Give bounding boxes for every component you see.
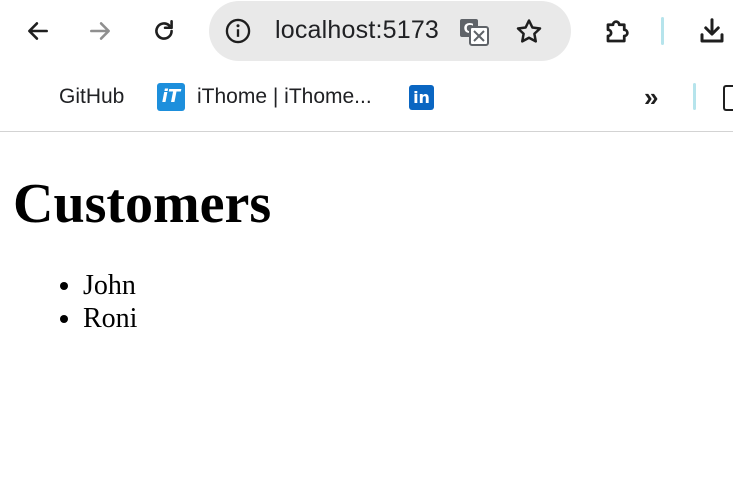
bookmarks-divider (693, 83, 696, 110)
browser-toolbar: localhost:5173 G (0, 0, 733, 62)
site-info-button[interactable] (222, 15, 254, 47)
customer-list-item: Roni (83, 302, 137, 335)
extensions-button[interactable] (598, 11, 638, 51)
bookmark-ithome[interactable]: iT iThome | iThome... (157, 82, 372, 112)
page-title: Customers (13, 173, 272, 235)
all-bookmarks-folder-icon[interactable] (723, 85, 733, 111)
bookmark-label: GitHub (59, 85, 125, 108)
ithome-icon: iT (157, 83, 185, 111)
bookmarks-bar: GitHub iT iThome | iThome... in » (0, 62, 733, 132)
star-icon (516, 19, 542, 43)
arrow-left-icon (28, 22, 48, 40)
translate-button[interactable]: G (457, 15, 491, 49)
toolbar-divider (661, 17, 664, 45)
forward-button[interactable] (80, 11, 120, 51)
reload-button[interactable] (144, 11, 184, 51)
back-button[interactable] (18, 11, 58, 51)
url-text[interactable]: localhost:5173 (275, 16, 439, 45)
address-bar[interactable]: localhost:5173 G (209, 1, 571, 61)
linkedin-icon: in (409, 84, 434, 110)
bookmark-label: iThome | iThome... (197, 85, 372, 108)
puzzle-icon (606, 20, 629, 43)
customer-list: John Roni (0, 269, 137, 335)
translate-icon: G (460, 19, 489, 46)
bookmark-github[interactable]: GitHub (59, 82, 124, 112)
customer-list-item: John (83, 269, 137, 302)
page-content: Customers John Roni (0, 132, 733, 500)
double-chevron-icon: » (644, 81, 659, 112)
reload-icon (155, 19, 173, 40)
bookmark-linkedin[interactable]: in (409, 82, 434, 112)
arrow-right-icon (90, 22, 110, 40)
bookmark-star-button[interactable] (512, 15, 546, 49)
bookmarks-overflow-button[interactable]: » (644, 82, 658, 112)
downloads-button[interactable] (692, 11, 732, 51)
info-icon (225, 18, 251, 44)
download-icon (700, 18, 724, 43)
